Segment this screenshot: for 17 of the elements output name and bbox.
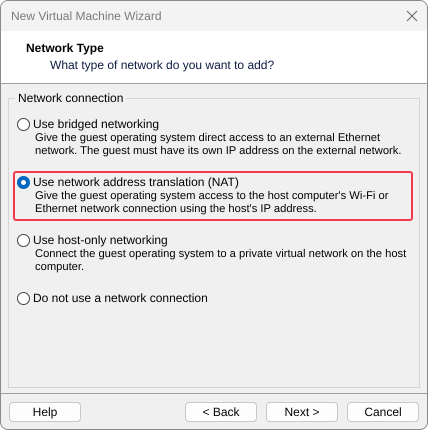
option-description: Give the guest operating system access to the host computer's Wi-Fi or Ethernet network connection using the host's IP address.	[34, 190, 390, 216]
radio-option[interactable]: Do not use a network connection	[17, 291, 411, 305]
window-title: New Virtual Machine Wizard	[11, 9, 162, 23]
option-description: Give the guest operating system direct access to an external Ethernet network. The guest must have its own IP address on the external network.	[34, 132, 402, 158]
help-button[interactable]: Help	[9, 402, 81, 422]
radio-option[interactable]: Use network address translation (NAT)	[17, 175, 411, 189]
close-icon	[405, 9, 419, 23]
next-button[interactable]: Next >	[266, 402, 338, 422]
back-button[interactable]: < Back	[185, 402, 257, 422]
cancel-button[interactable]: Cancel	[347, 402, 419, 422]
page-subtitle: What type of network do you want to add?	[49, 58, 276, 72]
option-description: Connect the guest operating system to a private virtual network on the host computer.	[34, 248, 407, 274]
close-button[interactable]	[405, 9, 419, 23]
radio-option[interactable]: Use bridged networking	[17, 117, 411, 131]
radio-option[interactable]: Use host-only networking	[17, 233, 411, 247]
page-title: Network Type	[26, 41, 105, 55]
group-label: Network connection	[15, 91, 126, 105]
